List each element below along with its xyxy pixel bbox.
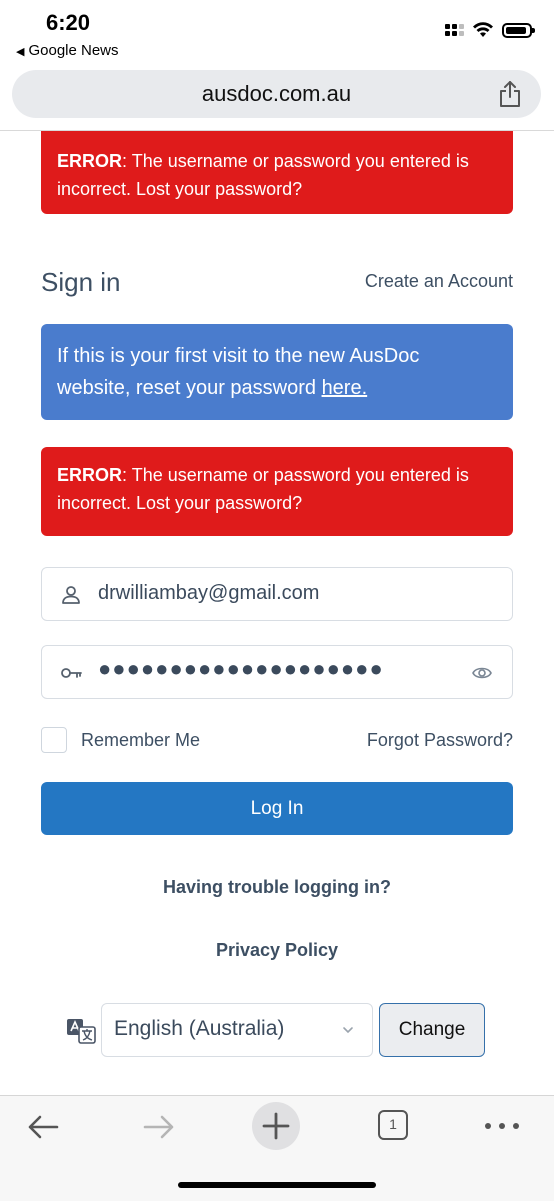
back-triangle-icon: ◀	[16, 46, 25, 58]
status-bar: 6:20 ◀ Google News	[0, 0, 554, 70]
tabs-icon[interactable]: 1	[378, 1110, 408, 1140]
language-selected: English (Australia)	[114, 1017, 285, 1040]
privacy-policy-link[interactable]: Privacy Policy	[0, 940, 554, 961]
home-indicator	[178, 1182, 376, 1188]
create-account-link[interactable]: Create an Account	[365, 271, 513, 292]
user-icon	[62, 586, 80, 604]
translate-icon	[67, 1019, 96, 1044]
trouble-logging-in-link[interactable]: Having trouble logging in?	[0, 877, 554, 898]
status-time: 6:20	[46, 10, 91, 35]
error-label: ERROR	[57, 151, 123, 171]
battery-icon	[502, 22, 535, 38]
cellular-signal-icon	[445, 24, 464, 36]
key-icon	[61, 668, 82, 678]
change-language-button[interactable]: Change	[379, 1003, 485, 1057]
chevron-down-icon	[343, 1027, 353, 1034]
forward-arrow-icon[interactable]	[142, 1110, 176, 1144]
error-alert: ERROR: The username or password you ente…	[41, 447, 513, 536]
error-alert-top: ERROR: The username or password you ente…	[41, 131, 513, 214]
info-alert: If this is your first visit to the new A…	[41, 324, 513, 420]
back-app-label: Google News	[28, 42, 119, 59]
password-field[interactable]: ●●●●●●●●●●●●●●●●●●●●	[41, 645, 513, 699]
back-arrow-icon[interactable]	[26, 1110, 60, 1144]
status-icons	[445, 22, 535, 38]
wifi-icon	[473, 22, 493, 37]
new-tab-button[interactable]	[252, 1102, 300, 1150]
remember-me-checkbox[interactable]	[41, 727, 67, 753]
username-field[interactable]: drwilliambay@gmail.com	[41, 567, 513, 621]
remember-me[interactable]: Remember Me	[41, 727, 200, 753]
language-select[interactable]: English (Australia)	[101, 1003, 373, 1057]
plus-icon	[262, 1112, 290, 1140]
remember-me-label[interactable]: Remember Me	[81, 730, 200, 751]
address-bar[interactable]: ausdoc.com.au	[12, 70, 541, 118]
eye-icon[interactable]	[472, 664, 492, 682]
more-icon[interactable]	[484, 1122, 520, 1130]
username-value: drwilliambay@gmail.com	[98, 582, 320, 604]
page-title: Sign in	[41, 267, 121, 297]
reset-password-link[interactable]: here.	[322, 377, 368, 399]
url-text[interactable]: ausdoc.com.au	[12, 81, 541, 107]
error-label: ERROR	[57, 465, 123, 485]
share-icon[interactable]	[497, 80, 523, 108]
password-mask: ●●●●●●●●●●●●●●●●●●●●	[98, 656, 384, 681]
back-to-app-link[interactable]: ◀ Google News	[16, 42, 119, 59]
login-button[interactable]: Log In	[41, 782, 513, 835]
forgot-password-link[interactable]: Forgot Password?	[367, 730, 513, 751]
